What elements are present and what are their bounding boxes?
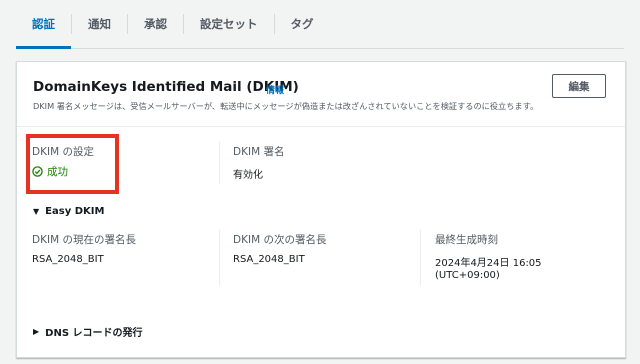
tab-tags[interactable]: タグ [275, 0, 330, 48]
next-key-length-value: RSA_2048_BIT [233, 254, 305, 265]
tab-authorization[interactable]: 承認 [128, 0, 183, 48]
card-title: DomainKeys Identified Mail (DKIM) [33, 79, 299, 95]
info-link[interactable]: 情報 [266, 83, 284, 96]
card-header: DomainKeys Identified Mail (DKIM) 情報 DKI… [17, 62, 625, 127]
last-generated-timezone: (UTC+09:00) [435, 270, 500, 281]
current-key-length-value: RSA_2048_BIT [32, 254, 104, 265]
last-generated-date: 2024年4月24日 16:05 [435, 258, 542, 269]
current-key-length-label: DKIM の現在の署名長 [32, 234, 136, 246]
dkim-signature-value: 有効化 [233, 170, 263, 181]
easy-dkim-heading: Easy DKIM [45, 206, 105, 217]
tab-notifications[interactable]: 通知 [72, 0, 127, 48]
dkim-card: DomainKeys Identified Mail (DKIM) 情報 DKI… [16, 61, 626, 358]
caret-right-icon: ▶ [33, 327, 40, 336]
edit-button[interactable]: 編集 [552, 74, 606, 98]
caret-down-icon: ▼ [33, 207, 40, 216]
next-key-length-label: DKIM の次の署名長 [233, 234, 327, 246]
tab-configuration-sets[interactable]: 設定セット [184, 0, 274, 48]
tab-bar: 認証 通知 承認 設定セット タグ [16, 0, 624, 49]
card-description: DKIM 署名メッセージは、受信メールサーバーが、転送中にメッセージが偽造または… [33, 101, 539, 111]
last-generated-label: 最終生成時刻 [435, 234, 498, 246]
dns-records-toggle[interactable]: ▶ DNS レコードの発行 [33, 324, 143, 339]
easy-dkim-toggle[interactable]: ▼ Easy DKIM [33, 206, 104, 217]
dkim-signature-label: DKIM 署名 [233, 146, 285, 158]
tab-authentication[interactable]: 認証 [16, 0, 71, 49]
column-divider [219, 142, 220, 184]
column-divider [420, 230, 421, 286]
column-divider [219, 230, 220, 286]
dns-records-heading: DNS レコードの発行 [45, 328, 143, 339]
highlight-box [26, 134, 119, 194]
